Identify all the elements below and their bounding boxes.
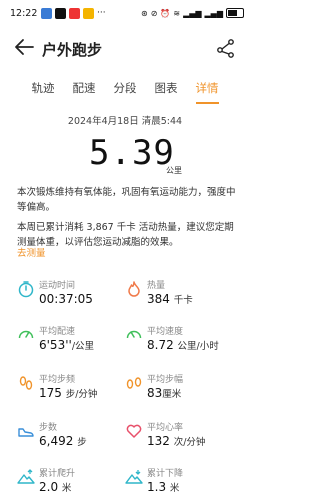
- pace-gauge-icon: [18, 330, 34, 339]
- metric-label: 平均速度: [147, 327, 184, 337]
- wifi-icon: ≋: [173, 8, 181, 18]
- metric-value: 132 次/分钟: [147, 434, 206, 448]
- footprints-icon: [19, 376, 33, 390]
- mountain-down-icon: [125, 470, 143, 484]
- metric-duration: 运动时间 00:37:05: [17, 278, 127, 314]
- metric-label: 平均心率: [147, 423, 184, 433]
- signal-icon: ▂▄▆: [204, 8, 223, 18]
- metric-value: 6'53''/公里: [39, 338, 95, 352]
- battery-icon: [226, 8, 244, 18]
- metric-label: 累计爬升: [39, 469, 76, 479]
- speed-gauge-icon: [126, 330, 142, 339]
- tab-track[interactable]: 轨迹: [23, 80, 64, 96]
- metric-value: 2.0 米: [39, 480, 72, 494]
- app-notification-icon: [83, 8, 94, 19]
- metric-label: 平均步频: [39, 375, 76, 385]
- notification-icons: ···: [41, 8, 106, 19]
- system-icons: ⊛ ⊘ ⏰ ≋ ▂▄▆ ▂▄▆: [141, 8, 244, 18]
- alarm-icon: ⏰: [160, 8, 171, 18]
- flame-icon: [128, 281, 140, 297]
- status-bar: 12:22 ··· ⊛ ⊘ ⏰ ≋ ▂▄▆ ▂▄▆: [0, 0, 250, 28]
- metric-label: 累计下降: [147, 469, 184, 479]
- shoe-icon: [18, 428, 34, 437]
- tab-charts[interactable]: 图表: [146, 80, 187, 96]
- metric-label: 运动时间: [39, 281, 76, 291]
- metric-value: 00:37:05: [39, 292, 93, 306]
- metric-value: 6,492 步: [39, 434, 87, 448]
- mute-icon: ⊘: [150, 8, 158, 18]
- metric-value: 8.72 公里/小时: [147, 338, 219, 352]
- status-time: 12:22: [10, 8, 38, 19]
- more-notifications-icon: ···: [97, 8, 106, 18]
- metric-label: 热量: [147, 281, 166, 291]
- stride-icon: [126, 377, 142, 389]
- app-notification-icon: [55, 8, 66, 19]
- metric-label: 平均步幅: [147, 375, 184, 385]
- metric-avg-speed: 平均速度 8.72 公里/小时: [125, 324, 235, 360]
- tab-splits[interactable]: 分段: [105, 80, 146, 96]
- metric-label: 步数: [39, 423, 58, 433]
- distance-value: 5.39: [89, 133, 175, 173]
- metric-heart-rate: 平均心率 132 次/分钟: [125, 420, 235, 456]
- share-icon[interactable]: [216, 38, 236, 58]
- stopwatch-icon: [18, 281, 34, 298]
- tab-pace[interactable]: 配速: [64, 80, 105, 96]
- nfc-icon: ⊛: [140, 8, 148, 18]
- workout-assessment: 本次锻炼维持有氧体能，巩固有氧运动能力，强度中等偏高。: [17, 187, 236, 213]
- workout-date: 2024年4月18日 清晨5:44: [67, 116, 183, 127]
- tab-bar: 轨迹 配速 分段 图表 详情: [0, 80, 250, 104]
- app-notification-icon: [41, 8, 52, 19]
- metric-calories: 热量 384 千卡: [125, 278, 235, 314]
- metric-value: 83厘米: [147, 386, 182, 400]
- app-notification-icon: [69, 8, 80, 19]
- metric-avg-pace: 平均配速 6'53''/公里: [17, 324, 127, 360]
- mountain-up-icon: [17, 469, 35, 484]
- metric-value: 384 千卡: [147, 292, 193, 306]
- metric-steps: 步数 6,492 步: [17, 420, 127, 456]
- signal-icon: ▂▄▆: [183, 8, 202, 18]
- metric-value: 1.3 米: [147, 480, 180, 494]
- metric-label: 平均配速: [39, 327, 76, 337]
- distance-unit: 公里: [166, 166, 182, 175]
- metric-cadence: 平均步频 175 步/分钟: [17, 372, 127, 408]
- metric-stride: 平均步幅 83厘米: [125, 372, 235, 408]
- app-header: 户外跑步: [0, 28, 250, 68]
- weekly-summary: 本周已累计消耗 3,867 千卡 活动热量，建议您定期测量体重，以评估您运动减脂…: [17, 222, 234, 248]
- back-arrow-icon[interactable]: [14, 38, 34, 56]
- metric-value: 175 步/分钟: [39, 386, 98, 400]
- heart-icon: [126, 424, 142, 438]
- metric-ascent: 累计爬升 2.0 米: [17, 466, 127, 502]
- page-title: 户外跑步: [42, 41, 103, 59]
- metric-descent: 累计下降 1.3 米: [125, 466, 235, 502]
- measure-link[interactable]: 去测量: [17, 245, 46, 259]
- tab-details[interactable]: 详情: [187, 80, 228, 104]
